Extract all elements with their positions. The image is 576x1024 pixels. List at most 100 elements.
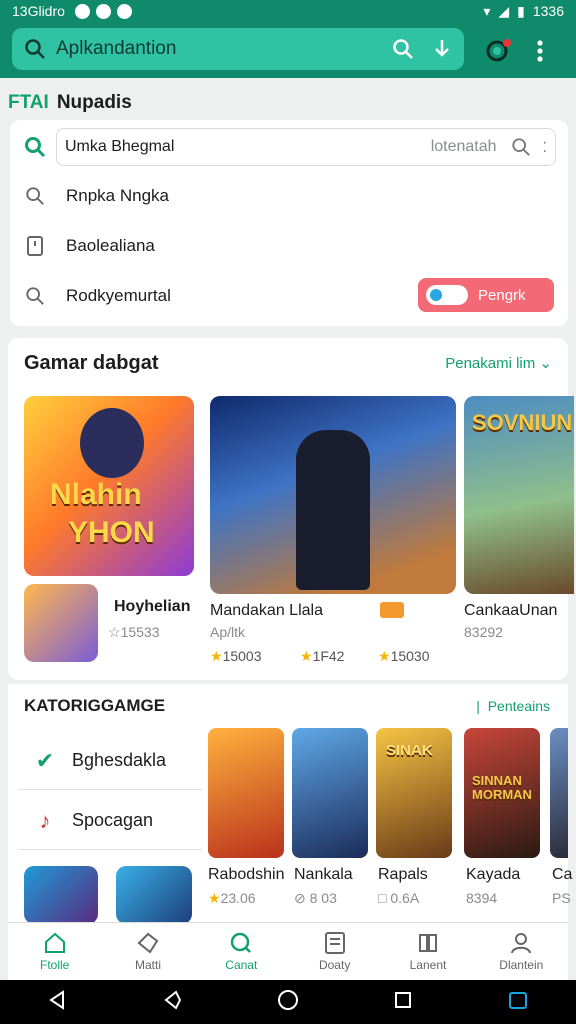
thumbnail-text: SINAK (386, 742, 433, 759)
suggestion-label: Rnpka Nngka (66, 186, 170, 205)
nav-label: Matti (134, 958, 161, 972)
search-icon (24, 186, 46, 206)
game-rating: ☆15533 (108, 624, 160, 641)
nav-label: Dlantein (499, 958, 544, 972)
section-more-link[interactable]: Penakami lim ⌄ (445, 354, 552, 372)
game-rating: ★15030 (378, 648, 430, 665)
game-name[interactable]: Hoyhelian (114, 598, 190, 616)
chevron-down-icon: ⌄ (539, 355, 552, 372)
search-input-value: Umka Bhegmal (65, 138, 175, 155)
rating-value: 15533 (120, 624, 160, 640)
section-title: Gamar dabgat (24, 352, 159, 374)
game-thumbnail[interactable] (208, 728, 284, 858)
category-item[interactable]: ✔ Bghesdakla (18, 732, 202, 790)
game-app-icon[interactable] (24, 866, 98, 924)
home-circle-icon[interactable] (277, 989, 299, 1016)
status-time: 1336 (532, 3, 564, 19)
game-name[interactable]: Kayada (466, 866, 520, 884)
back-alt-icon[interactable] (162, 989, 182, 1015)
grid-icon[interactable]: ⁚ (543, 139, 547, 156)
status-notification-icons (74, 3, 132, 19)
app-switch-icon[interactable] (507, 989, 529, 1016)
game-name[interactable]: CankaaUnan (464, 602, 557, 620)
notification-icon (95, 3, 111, 19)
featured-game-banner[interactable]: Nlahin YHON (24, 396, 194, 576)
download-icon[interactable] (432, 38, 452, 60)
section-more-link[interactable]: | Penteains (476, 698, 550, 714)
game-meta-value: 8 03 (309, 890, 337, 906)
rating-value: 15003 (222, 648, 262, 664)
game-thumbnail[interactable]: SINAK (376, 728, 452, 858)
game-meta: ★23.06 (208, 890, 256, 907)
star-icon: ★ (378, 648, 391, 664)
game-name[interactable]: Rapals (378, 866, 428, 884)
game-meta: PS (552, 890, 571, 906)
suggestion-item[interactable]: Baolealiana (24, 236, 155, 256)
category-item[interactable]: ♪ Spocagan (18, 792, 202, 850)
search-input[interactable]: Umka Bhegmal lotenatah ⁚ (56, 128, 556, 166)
top-search-text: Aplkandantion (56, 38, 177, 59)
toggle-pill-button[interactable]: Pengrk (418, 278, 554, 312)
person-icon (509, 931, 533, 958)
game-thumbnail[interactable] (550, 728, 568, 858)
game-thumbnail[interactable] (292, 728, 368, 858)
thumbnail-text: SINNAN MORMAN (472, 773, 532, 802)
game-meta-value: 0.6A (390, 890, 420, 906)
game-card-banner[interactable] (210, 396, 456, 594)
toggle-icon (426, 285, 468, 305)
search-icon (24, 136, 46, 158)
search-icon[interactable] (392, 38, 414, 60)
list-icon (324, 931, 346, 958)
page-subheader: FTAI Nupadis (8, 92, 132, 114)
recents-icon[interactable] (394, 991, 412, 1014)
search-icon (24, 38, 46, 60)
tag-icon (136, 931, 160, 958)
character-art (296, 430, 370, 590)
battery-icon: ▮ (517, 2, 525, 19)
game-meta: 8394 (466, 890, 498, 906)
game-app-icon[interactable] (24, 584, 98, 662)
bookmark-icon (24, 236, 46, 256)
game-name[interactable]: Mandakan Llala (210, 602, 323, 620)
nav-item-search[interactable]: Canat (195, 923, 288, 980)
star-icon: ☆ (108, 624, 121, 640)
search-icon[interactable] (511, 137, 531, 157)
music-icon: ♪ (39, 807, 51, 833)
status-right: ▾ ◢ ▮ 1336 (483, 3, 564, 20)
check-icon: ✔ (35, 747, 55, 773)
more-menu-icon[interactable] (536, 39, 544, 63)
game-app-icon[interactable] (116, 866, 192, 924)
featured-games-section: Gamar dabgat Penakami lim ⌄ Nlahin YHON … (8, 338, 574, 680)
game-name[interactable]: Nankala (294, 866, 353, 884)
banner-text: Nlahin (50, 478, 142, 511)
status-left-text: 13Glidro (12, 3, 65, 19)
divider-icon: | (476, 698, 480, 714)
clock-icon: ⊘ (294, 890, 306, 906)
top-search-bar[interactable]: Aplkandantion (12, 28, 464, 70)
nav-label: Doaty (318, 958, 351, 972)
search-suggestions-panel: Umka Bhegmal lotenatah ⁚ Rnpka Nngka Bao… (10, 120, 568, 326)
square-icon: □ (378, 890, 387, 906)
game-card-banner[interactable]: SOVNIUN (464, 396, 574, 594)
game-rating: ★1F42 (300, 648, 344, 665)
nav-label: Canat (225, 958, 258, 972)
nav-item-home[interactable]: Ftolle (8, 923, 101, 980)
character-art (80, 408, 144, 478)
suggestion-item[interactable]: Rodkyemurtal (24, 286, 171, 306)
back-icon[interactable] (47, 989, 67, 1015)
nav-item-list[interactable]: Doaty (288, 923, 381, 980)
game-thumbnail[interactable]: SINNAN MORMAN (464, 728, 540, 858)
game-subtitle: Ap/ltk (210, 624, 246, 640)
signal-icon: ◢ (498, 2, 510, 19)
home-icon (43, 931, 67, 958)
game-name[interactable]: Rabodshin (208, 866, 285, 884)
suggestion-item[interactable]: Rnpka Nngka (24, 186, 169, 206)
nav-item-profile[interactable]: Dlantein (475, 923, 568, 980)
game-subtitle: 83292 (464, 624, 503, 640)
game-name[interactable]: Ca (552, 866, 572, 884)
star-icon: ★ (210, 648, 223, 664)
nav-item-library[interactable]: Lanent (381, 923, 474, 980)
nav-item-tag[interactable]: Matti (101, 923, 194, 980)
account-badge-icon[interactable] (484, 38, 512, 64)
brand-label: FTAI (8, 92, 49, 113)
